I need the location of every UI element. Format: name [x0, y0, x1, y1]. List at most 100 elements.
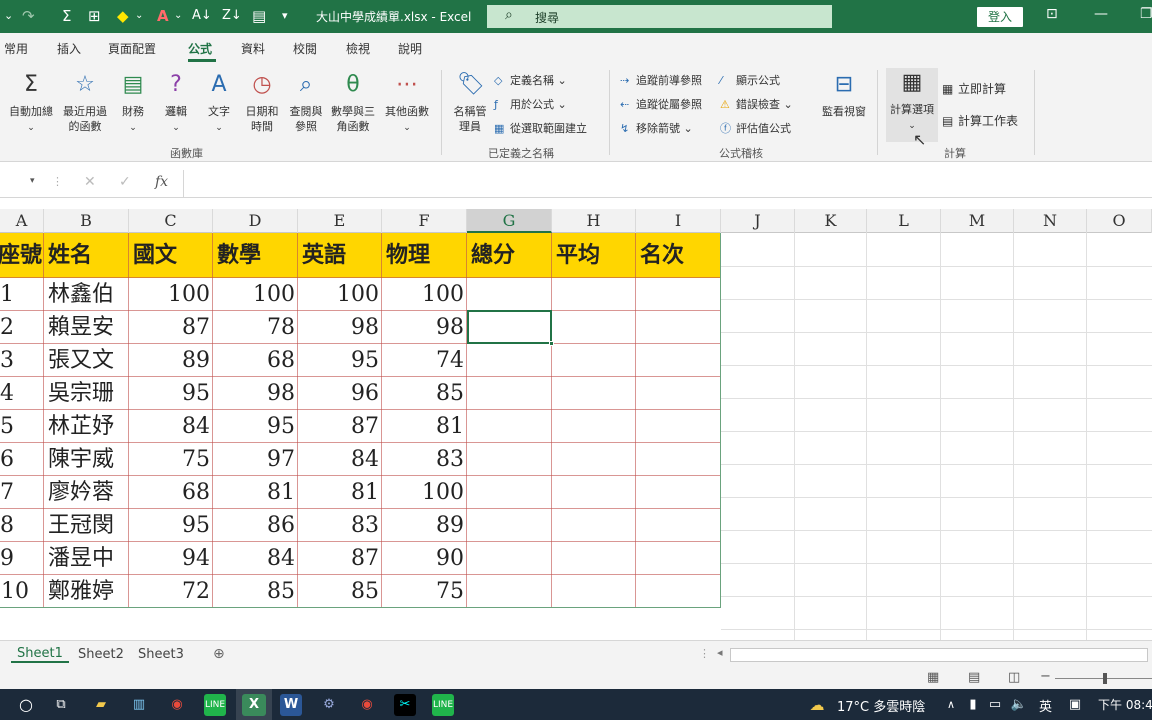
financial-button[interactable]: ▤ 財務 ⌄ [113, 70, 153, 136]
tab-formulas[interactable]: 公式 [188, 40, 212, 57]
autosum-button[interactable]: Σ 自動加總 ⌄ [4, 70, 58, 136]
namebox-dropdown-icon[interactable]: ▾ [30, 176, 35, 186]
cell-name[interactable]: 廖妗蓉 [44, 476, 129, 509]
zoom-slider-thumb[interactable] [1103, 673, 1107, 684]
cell-chinese[interactable]: 95 [129, 509, 213, 542]
column-header-h[interactable]: H [552, 209, 636, 233]
cell-math[interactable]: 78 [213, 311, 298, 344]
scroll-left-icon[interactable]: ◂ [717, 646, 723, 659]
cell-average[interactable] [552, 542, 636, 575]
cell-chinese[interactable]: 68 [129, 476, 213, 509]
file-explorer-icon[interactable]: ▰ [90, 694, 112, 716]
cell-total[interactable] [467, 476, 552, 509]
weather-icon[interactable]: ☁ [806, 694, 828, 716]
cell-total[interactable] [467, 443, 552, 476]
cell-seat[interactable]: 1 [0, 278, 44, 311]
add-sheet-icon[interactable]: ⊕ [213, 646, 225, 662]
cell-name[interactable]: 王冠閔 [44, 509, 129, 542]
cell-chinese[interactable]: 84 [129, 410, 213, 443]
cell-seat[interactable]: 8 [0, 509, 44, 542]
create-from-selection-button[interactable]: ▦ 從選取範圍建立 [494, 120, 587, 136]
header-cell-seat[interactable]: 座號 [0, 233, 44, 278]
cell-rank[interactable] [636, 410, 721, 443]
autosum-quick-icon[interactable]: Σ [62, 6, 71, 26]
print-preview-icon[interactable]: ▤ [252, 6, 266, 26]
insert-function-icon[interactable]: fx [155, 174, 168, 190]
login-button[interactable]: 登入 [977, 7, 1023, 27]
logical-button[interactable]: ? 邏輯 ⌄ [156, 70, 196, 136]
chevron-down-icon[interactable]: ⌄ [4, 6, 13, 26]
cell-chinese[interactable]: 75 [129, 443, 213, 476]
cancel-icon[interactable]: ✕ [84, 174, 96, 190]
column-header-b[interactable]: B [44, 209, 129, 233]
cell-total[interactable] [467, 278, 552, 311]
cell-average[interactable] [552, 311, 636, 344]
tab-help[interactable]: 說明 [398, 40, 422, 57]
cell-english[interactable]: 85 [298, 575, 382, 608]
cell-name[interactable]: 林鑫伯 [44, 278, 129, 311]
column-header-l[interactable]: L [867, 209, 941, 233]
enter-icon[interactable]: ✓ [119, 174, 131, 190]
column-header-i[interactable]: I [636, 209, 721, 233]
cell-seat[interactable]: 3 [0, 344, 44, 377]
network-app-icon[interactable]: ⚙ [318, 694, 340, 716]
cell-total[interactable] [467, 410, 552, 443]
watch-window-button[interactable]: ⊟ 監看視窗 [816, 70, 872, 119]
cell-physics[interactable]: 90 [382, 542, 467, 575]
cell-english[interactable]: 98 [298, 311, 382, 344]
cell-english[interactable]: 83 [298, 509, 382, 542]
cell-math[interactable]: 81 [213, 476, 298, 509]
tab-page-layout[interactable]: 頁面配置 [108, 40, 156, 57]
cell-total[interactable] [467, 509, 552, 542]
header-cell-physics[interactable]: 物理 [382, 233, 467, 278]
column-header-g[interactable]: G [467, 209, 552, 233]
cell-physics[interactable]: 74 [382, 344, 467, 377]
cell-average[interactable] [552, 377, 636, 410]
cell-seat[interactable]: 10 [0, 575, 44, 608]
font-color-icon[interactable]: A [157, 6, 169, 26]
cell-english[interactable]: 100 [298, 278, 382, 311]
cell-rank[interactable] [636, 509, 721, 542]
cell-rank[interactable] [636, 377, 721, 410]
fill-handle[interactable] [549, 341, 554, 346]
cell-average[interactable] [552, 410, 636, 443]
column-header-d[interactable]: D [213, 209, 298, 233]
cell-average[interactable] [552, 278, 636, 311]
cell-seat[interactable]: 7 [0, 476, 44, 509]
cell-english[interactable]: 81 [298, 476, 382, 509]
chevron-down-icon[interactable]: ⌄ [174, 6, 182, 26]
customize-toolbar-icon[interactable]: ▾ [282, 6, 288, 26]
sort-descending-icon[interactable]: Z↓ [222, 6, 242, 26]
cell-seat[interactable]: 6 [0, 443, 44, 476]
evaluate-formula-button[interactable]: ⓕ 評估值公式 [720, 120, 791, 136]
task-view-icon[interactable]: ⧉ [50, 694, 72, 716]
name-manager-button[interactable]: 🏷 名稱管理員 [450, 70, 490, 134]
tab-insert[interactable]: 插入 [57, 40, 81, 57]
cell-total[interactable] [467, 377, 552, 410]
column-header-j[interactable]: J [721, 209, 795, 233]
cell-total[interactable] [467, 575, 552, 608]
start-search-icon[interactable]: ○ [15, 694, 37, 716]
define-name-button[interactable]: ◇ 定義名稱 ⌄ [494, 72, 567, 88]
chrome-icon[interactable]: ◉ [166, 694, 188, 716]
cell-math[interactable]: 100 [213, 278, 298, 311]
column-header-c[interactable]: C [129, 209, 213, 233]
cell-total[interactable] [467, 542, 552, 575]
page-break-view-icon[interactable]: ◫ [1008, 670, 1020, 685]
cell-name[interactable]: 鄭雅婷 [44, 575, 129, 608]
cell-math[interactable]: 84 [213, 542, 298, 575]
line-app-icon[interactable]: LINE [432, 694, 454, 716]
cell-physics[interactable]: 100 [382, 278, 467, 311]
cell-seat[interactable]: 5 [0, 410, 44, 443]
microphone-icon[interactable]: ▮ [962, 694, 984, 716]
cell-seat[interactable]: 2 [0, 311, 44, 344]
cell-english[interactable]: 84 [298, 443, 382, 476]
header-cell-math[interactable]: 數學 [213, 233, 298, 278]
date-time-button[interactable]: ◷ 日期和時間 [240, 70, 284, 134]
minimize-icon[interactable]: — [1094, 6, 1108, 22]
weather-text[interactable]: 17°C 多雲時陰 [837, 696, 925, 715]
cell-rank[interactable] [636, 344, 721, 377]
cell-english[interactable]: 96 [298, 377, 382, 410]
cell-name[interactable]: 賴昱安 [44, 311, 129, 344]
cell-physics[interactable]: 81 [382, 410, 467, 443]
